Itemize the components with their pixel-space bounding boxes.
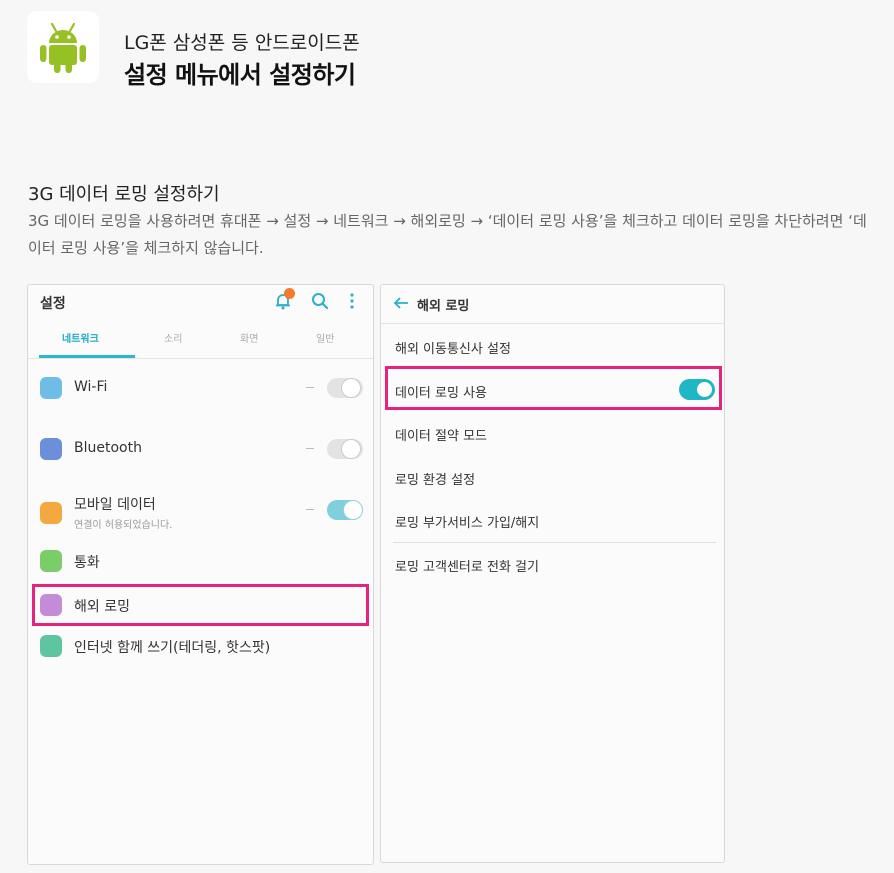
settings-title: 설정: [40, 296, 66, 312]
tab-sound[interactable]: 소리: [164, 330, 182, 345]
settings-item-bluetooth[interactable]: Bluetooth: [28, 429, 373, 469]
wifi-toggle[interactable]: [327, 378, 363, 398]
settings-item-call[interactable]: 통화: [28, 541, 373, 581]
roaming-item-addon-services[interactable]: 로밍 부가서비스 가입/해지: [395, 512, 539, 531]
page-header: LG폰 삼성폰 등 안드로이드폰 설정 메뉴에서 설정하기: [27, 11, 867, 89]
tab-general[interactable]: 일반: [316, 330, 334, 345]
settings-screenshot: 설정 네트워크 소리 화면 일반 Wi-Fi Bluetooth 모바일 데이터…: [27, 284, 374, 865]
search-icon[interactable]: [310, 291, 330, 311]
roaming-screenshot: 해외 로밍 해외 이동통신사 설정 데이터 로밍 사용 데이터 절약 모드 로밍…: [380, 284, 725, 863]
android-robot-icon: [40, 22, 86, 73]
divider-dash: [306, 448, 314, 449]
android-logo: [27, 11, 99, 83]
header-title: 설정 메뉴에서 설정하기: [124, 61, 356, 89]
back-arrow-icon[interactable]: [393, 296, 409, 310]
roaming-item-data-saver[interactable]: 데이터 절약 모드: [395, 425, 487, 444]
phone-icon: [40, 550, 62, 572]
settings-item-label: Bluetooth: [74, 440, 142, 456]
bluetooth-icon: [40, 438, 62, 460]
highlight-data-roaming: [385, 366, 722, 410]
roaming-title: 해외 로밍: [417, 299, 470, 314]
settings-tabs: 네트워크 소리 화면 일반: [28, 325, 373, 359]
settings-item-label: Wi-Fi: [74, 379, 108, 395]
tab-divider: [28, 358, 373, 359]
settings-item-label: 모바일 데이터: [74, 497, 156, 513]
tab-network[interactable]: 네트워크: [62, 330, 99, 345]
tethering-icon: [40, 635, 62, 657]
more-icon[interactable]: [348, 291, 356, 311]
divider-dash: [306, 509, 314, 510]
header-divider: [381, 323, 724, 324]
wifi-icon: [40, 377, 62, 399]
bluetooth-toggle[interactable]: [327, 439, 363, 459]
highlight-roaming: [32, 584, 369, 626]
notification-badge: [284, 288, 295, 299]
section-title: 3G 데이터 로밍 설정하기: [28, 184, 220, 205]
tab-display[interactable]: 화면: [240, 330, 258, 345]
header-subtitle: LG폰 삼성폰 등 안드로이드폰: [124, 32, 360, 54]
roaming-item-preferences[interactable]: 로밍 환경 설정: [395, 469, 475, 488]
settings-item-wifi[interactable]: Wi-Fi: [28, 368, 373, 408]
settings-item-label: 통화: [74, 555, 100, 571]
mobile-data-icon: [40, 502, 62, 524]
settings-item-label: 인터넷 함께 쓰기(테더링, 핫스팟): [74, 640, 271, 656]
roaming-item-call-center[interactable]: 로밍 고객센터로 전화 걸기: [395, 556, 539, 575]
settings-item-sublabel: 연결이 허용되었습니다.: [74, 520, 173, 531]
list-divider: [393, 542, 716, 543]
mobile-data-toggle[interactable]: [327, 500, 363, 520]
divider-dash: [306, 387, 314, 388]
settings-item-mobile-data[interactable]: 모바일 데이터 연결이 허용되었습니다.: [28, 490, 373, 534]
section-description: 3G 데이터 로밍을 사용하려면 휴대폰 → 설정 → 네트워크 → 해외로밍 …: [28, 212, 867, 257]
settings-item-tethering[interactable]: 인터넷 함께 쓰기(테더링, 핫스팟): [28, 626, 373, 666]
roaming-item-carrier-settings[interactable]: 해외 이동통신사 설정: [395, 338, 511, 357]
